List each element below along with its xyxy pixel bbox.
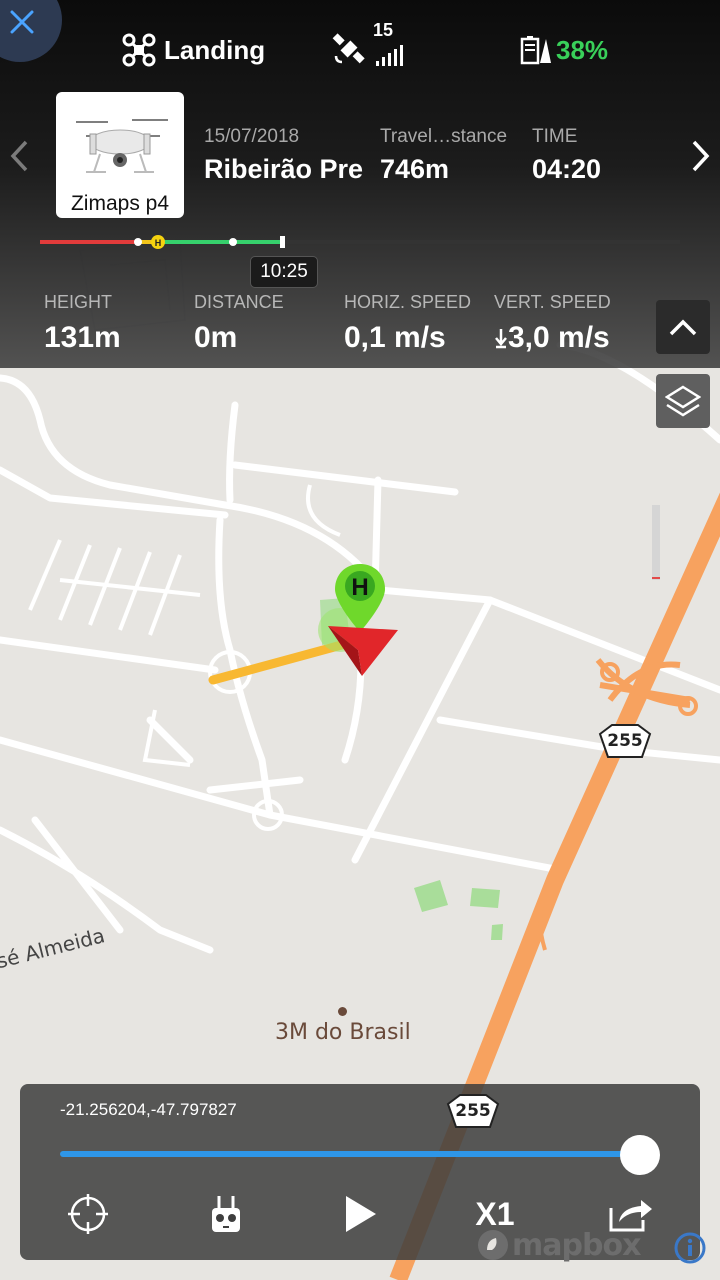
horizontal-speed-value: 0,1 m/s (344, 321, 446, 354)
collapse-panel-button[interactable] (656, 300, 710, 354)
mapbox-logo-icon (478, 1230, 508, 1260)
height-value: 131m (44, 321, 121, 354)
play-icon (346, 1196, 376, 1232)
vertical-speed-stat: VERT. SPEED 3,0 m/s (494, 292, 611, 355)
flight-location: Ribeirão Pre (204, 154, 364, 184)
close-icon (10, 10, 34, 34)
poi-label: 3M do Brasil (275, 1020, 411, 1045)
crosshair-icon (68, 1194, 108, 1234)
distance-stat: DISTANCE 0m (194, 292, 284, 355)
distance-value: 0m (194, 321, 238, 354)
flight-time-label: TIME (532, 126, 578, 147)
vertical-speed-value: 3,0 m/s (508, 321, 610, 354)
descending-arrow-icon (495, 329, 507, 349)
travel-distance-label: Travel…stance (380, 126, 508, 147)
battery-percent: 38% (556, 34, 609, 65)
map-layers-button[interactable] (656, 374, 710, 428)
aircraft-thumbnail[interactable]: Zimaps p4 (56, 92, 184, 218)
layers-icon (665, 385, 701, 417)
road-shield: 255 (446, 1094, 500, 1128)
satellite-icon (332, 33, 365, 64)
horizontal-speed-label: HORIZ. SPEED (344, 292, 472, 312)
coordinates-readout: -21.256204,-47.797827 (60, 1100, 237, 1119)
home-marker-label: H (351, 574, 368, 601)
road-shield-label: 255 (455, 1101, 491, 1121)
next-flight-button[interactable] (690, 138, 712, 174)
flight-time-value: 04:20 (532, 154, 602, 184)
height-stat: HEIGHT 131m (44, 292, 121, 355)
flight-mode-status: Landing (122, 22, 265, 78)
road-shield-label: 255 (607, 731, 643, 751)
battery-icon (520, 36, 551, 65)
battery-status: 38% (520, 22, 608, 78)
drone-image (76, 119, 168, 173)
aircraft-icon (328, 626, 398, 676)
flight-mode-label: Landing (164, 34, 266, 65)
playback-slider[interactable] (60, 1151, 640, 1157)
recenter-button[interactable] (66, 1192, 110, 1236)
flight-info-panel: Landing 15 38% Zimaps p4 15/07/2018 Ribe… (0, 0, 720, 368)
vertical-speed-label: VERT. SPEED (494, 292, 611, 312)
playback-slider-knob[interactable] (620, 1135, 660, 1175)
aircraft-name: Zimaps p4 (70, 192, 170, 215)
remote-controller-icon (212, 1196, 240, 1232)
poi-dot (338, 1007, 347, 1016)
close-button[interactable] (0, 0, 62, 62)
svg-text:H: H (155, 238, 162, 248)
info-icon[interactable] (674, 1232, 706, 1264)
remote-controller-button[interactable] (206, 1192, 246, 1236)
distance-label: DISTANCE (194, 292, 284, 312)
flight-timeline[interactable]: H (40, 232, 680, 252)
previous-flight-button[interactable] (8, 138, 30, 174)
flight-time: TIME 04:20 (532, 126, 601, 185)
drone-icon (122, 33, 156, 67)
flight-date-location: 15/07/2018 Ribeirão Pre (204, 126, 363, 185)
travel-distance-value: 746m (380, 154, 450, 184)
flight-date: 15/07/2018 (204, 126, 300, 147)
chevron-up-icon (669, 319, 697, 336)
horizontal-speed-stat: HORIZ. SPEED 0,1 m/s (344, 292, 471, 355)
timeline-time-tooltip: 10:25 (250, 256, 318, 288)
mapbox-wordmark: mapbox (512, 1227, 641, 1263)
signal-bars-icon (376, 45, 403, 66)
road-shield: 255 (598, 724, 652, 758)
satellite-count: 15 (373, 20, 394, 40)
travel-distance: Travel…stance 746m (380, 126, 507, 185)
play-button[interactable] (338, 1192, 382, 1236)
mapbox-attribution[interactable]: mapbox (476, 1227, 641, 1263)
height-label: HEIGHT (44, 292, 113, 312)
vertical-speed-row: 3,0 m/s (494, 321, 611, 355)
